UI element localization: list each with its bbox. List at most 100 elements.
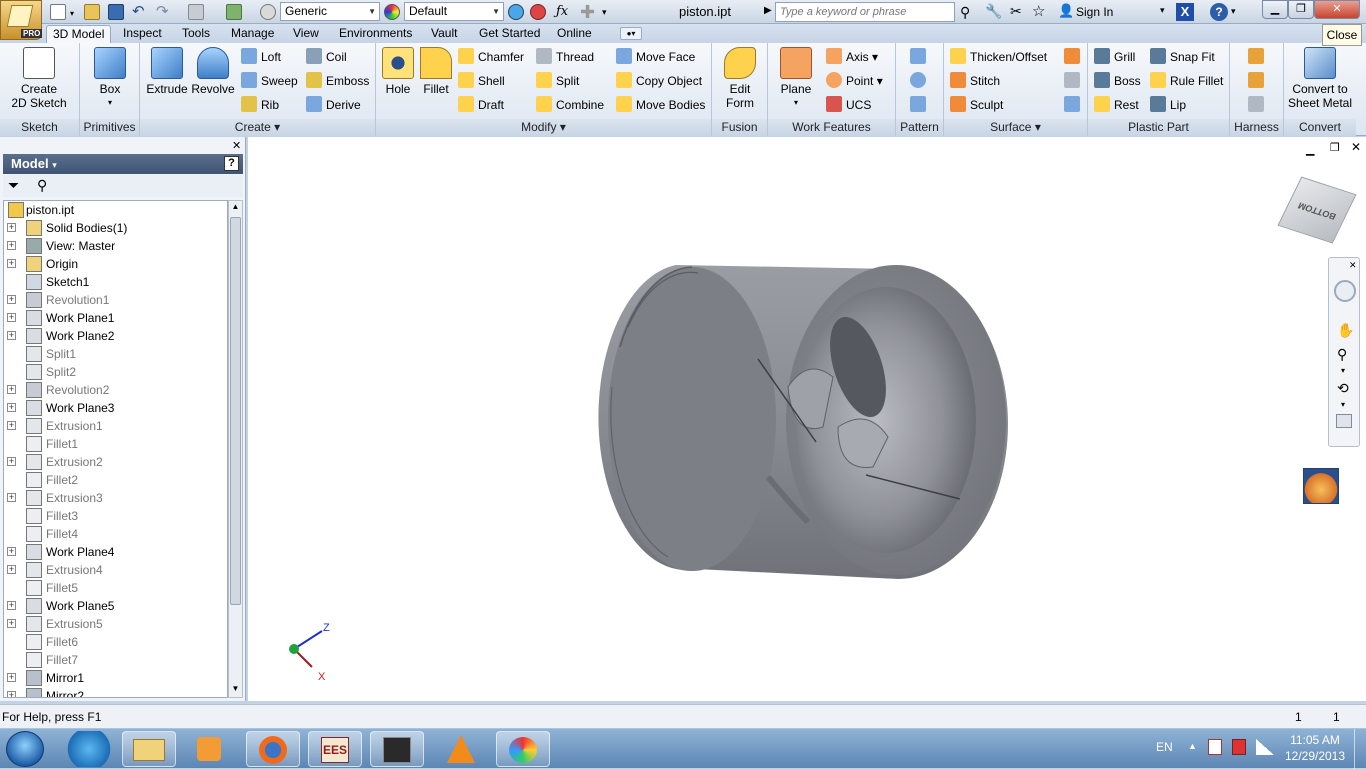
tree-node[interactable]: + Revolution2 [4,381,227,399]
circular-pattern-button[interactable] [910,71,930,91]
input-language[interactable]: EN [1156,740,1173,754]
sign-in-link[interactable]: Sign In [1076,5,1113,19]
print-icon[interactable] [188,4,204,20]
tree-node[interactable]: Split1 [4,345,227,363]
copy-object-button[interactable]: Copy Object [616,71,702,91]
stitch-button[interactable]: Stitch [950,71,1000,91]
tree-node[interactable]: + Work Plane3 [4,399,227,417]
tree-node[interactable]: + Extrusion5 [4,615,227,633]
expand-plus-icon[interactable]: + [7,295,16,304]
tab-get-started[interactable]: Get Started [473,25,546,43]
expand-plus-icon[interactable]: + [7,259,16,268]
shell-button[interactable]: Shell [458,71,505,91]
tree-node[interactable]: Fillet5 [4,579,227,597]
tree-node[interactable]: Fillet7 [4,651,227,669]
panel-create-title[interactable]: Create ▾ [140,119,375,136]
tree-node[interactable]: Fillet1 [4,435,227,453]
expand-plus-icon[interactable]: + [7,457,16,466]
piston-model[interactable]: Z X [248,137,1366,701]
exchange-apps-icon[interactable]: X [1176,3,1194,21]
coil-button[interactable]: Coil [306,47,347,67]
create-2d-sketch-button[interactable]: Create 2D Sketch [6,47,72,110]
undo-icon[interactable]: ↶ [132,4,148,20]
tab-manage[interactable]: Manage [225,25,280,43]
help-search-input[interactable]: Type a keyword or phrase [775,2,955,22]
lip-button[interactable]: Lip [1150,95,1186,115]
tree-node[interactable]: + Solid Bodies(1) [4,219,227,237]
clock-date[interactable]: 12/29/2013 [1281,749,1349,763]
mirror-button[interactable] [910,95,930,115]
tab-vault[interactable]: Vault [425,25,463,43]
browser-header[interactable]: Model ▾ ? [3,154,243,174]
tree-node[interactable]: + Work Plane2 [4,327,227,345]
convert-to-sheet-metal-button[interactable]: Convert to Sheet Metal [1286,47,1354,110]
tree-node[interactable]: Split2 [4,363,227,381]
grill-button[interactable]: Grill [1094,47,1135,67]
steering-wheel-icon[interactable] [1334,280,1356,302]
browser-close-icon[interactable]: ✕ [232,139,241,152]
expand-plus-icon[interactable]: + [7,403,16,412]
extrude-button[interactable]: Extrude [146,47,188,96]
tree-node[interactable]: + View: Master [4,237,227,255]
clock-time[interactable]: 11:05 AM [1284,733,1346,747]
scroll-up-icon[interactable]: ▲ [230,202,241,214]
tab-3d-model[interactable]: 3D Model [46,25,112,43]
tab-environments[interactable]: Environments [333,25,418,43]
action-center-flag-icon[interactable] [1208,739,1222,755]
sign-in-dropdown-icon[interactable]: ▾ [1160,5,1165,16]
restore-button[interactable]: ❐ [1288,0,1314,19]
zoom-dropdown-icon[interactable]: ▾ [1341,366,1345,375]
point-button[interactable]: Point ▾ [826,71,883,91]
scroll-down-icon[interactable]: ▼ [230,684,241,696]
harness-button-3[interactable] [1248,95,1268,115]
ribbon-options-icon[interactable]: ●▾ [620,27,642,40]
browser-help-icon[interactable]: ? [224,156,239,171]
clear-appearance-icon[interactable] [530,4,546,20]
internet-explorer-icon[interactable] [62,731,116,767]
open-folder-icon[interactable] [84,4,100,20]
favorites-star-icon[interactable]: ☆ [1032,2,1045,20]
expand-plus-icon[interactable]: + [7,241,16,250]
panel-modify-title[interactable]: Modify ▾ [376,119,711,136]
expand-plus-icon[interactable]: + [7,673,16,682]
boss-button[interactable]: Boss [1094,71,1141,91]
tab-view[interactable]: View [287,25,325,43]
tree-node[interactable]: Fillet2 [4,471,227,489]
redo-icon[interactable]: ↷ [156,4,172,20]
paint-icon[interactable] [496,731,550,767]
navbar-close-icon[interactable]: ✕ [1349,260,1357,271]
tray-app-icon[interactable] [1232,739,1246,755]
firefox-icon[interactable] [246,731,300,767]
help-icon[interactable]: ? [1210,3,1228,21]
ucs-button[interactable]: UCS [826,95,871,115]
new-file-icon[interactable] [50,4,66,20]
pan-hand-icon[interactable]: ✋ [1337,322,1354,339]
split-button[interactable]: Split [536,71,579,91]
tree-node[interactable]: Fillet6 [4,633,227,651]
tab-online[interactable]: Online [551,25,598,43]
fillet-button[interactable]: Fillet [418,47,454,96]
tab-tools[interactable]: Tools [176,25,216,43]
expand-plus-icon[interactable]: + [7,313,16,322]
tree-node[interactable]: + Work Plane4 [4,543,227,561]
orbit-dropdown-icon[interactable]: ▾ [1341,400,1345,409]
derive-button[interactable]: Derive [306,95,361,115]
adjust-appearance-icon[interactable] [508,4,524,20]
ees-app-icon[interactable]: EES [308,731,362,767]
scroll-thumb[interactable] [230,217,241,605]
tree-node[interactable]: + Work Plane1 [4,309,227,327]
rib-button[interactable]: Rib [241,95,279,115]
tree-node[interactable]: + Mirror1 [4,669,227,687]
vlc-icon[interactable] [434,731,488,767]
tree-node[interactable]: Fillet3 [4,507,227,525]
search-expand-icon[interactable]: ▶ [764,5,772,16]
tree-node[interactable]: Fillet4 [4,525,227,543]
tree-node[interactable]: + Extrusion1 [4,417,227,435]
edit-form-button[interactable]: Edit Form [720,47,760,110]
zoom-icon[interactable]: ⚲ [1337,346,1347,363]
axis-button[interactable]: Axis ▾ [826,47,878,67]
tree-node[interactable]: Sketch1 [4,273,227,291]
expand-plus-icon[interactable]: + [7,385,16,394]
qat-customize-icon[interactable]: ▾ [602,4,618,20]
move-face-button[interactable]: Move Face [616,47,695,67]
